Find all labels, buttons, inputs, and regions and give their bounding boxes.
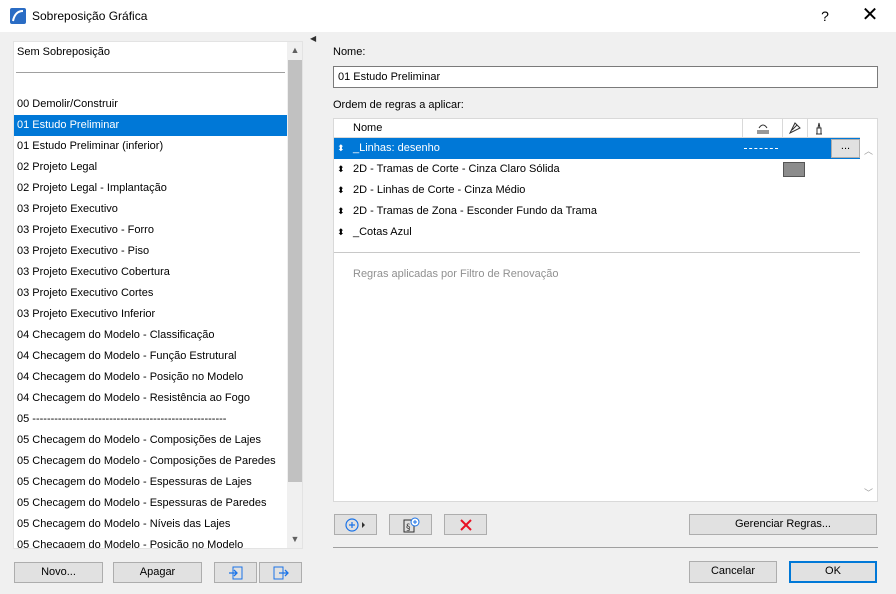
window-title: Sobreposição Gráfica	[32, 9, 148, 23]
list-item[interactable]: 05 Checagem do Modelo - Posição no Model…	[14, 535, 287, 548]
rule-name: _Linhas: desenho	[353, 142, 440, 154]
list-item[interactable]: 05 Checagem do Modelo - Espessuras de La…	[14, 472, 287, 493]
drag-handle-icon[interactable]: ⬍	[337, 180, 347, 201]
surface-column-header[interactable]	[807, 119, 831, 138]
rule-name: _Cotas Azul	[353, 226, 412, 238]
help-button[interactable]: ?	[806, 0, 844, 32]
drag-handle-icon[interactable]: ⬍	[337, 138, 347, 159]
list-item[interactable]: 03 Projeto Executivo	[14, 199, 287, 220]
list-item[interactable]: 05 -------------------------------------…	[14, 409, 287, 430]
cancel-button[interactable]: Cancelar	[689, 561, 777, 583]
rule-name: 2D - Tramas de Zona - Esconder Fundo da …	[353, 205, 597, 217]
list-item[interactable]: 00 Demolir/Construir	[14, 94, 287, 115]
import-icon	[228, 566, 242, 580]
name-label: Nome:	[333, 46, 366, 58]
list-item[interactable]: 03 Projeto Executivo - Forro	[14, 220, 287, 241]
delete-button[interactable]: Apagar	[113, 562, 202, 583]
export-icon	[273, 566, 289, 580]
scroll-up-icon[interactable]: ▲	[287, 42, 302, 59]
new-button[interactable]: Novo...	[14, 562, 103, 583]
list-item[interactable]: 04 Checagem do Modelo - Classificação	[14, 325, 287, 346]
import-button[interactable]	[214, 562, 257, 583]
rule-row[interactable]: ⬍ 2D - Tramas de Corte - Cinza Claro Sól…	[334, 159, 860, 180]
chevron-up-icon[interactable]: ︿	[860, 144, 877, 157]
list-item[interactable]: 01 Estudo Preliminar (inferior)	[14, 136, 287, 157]
rule-row[interactable]: ⬍ _Cotas Azul	[334, 222, 860, 243]
drag-handle-icon[interactable]: ⬍	[337, 222, 347, 243]
list-item[interactable]: 02 Projeto Legal - Implantação	[14, 178, 287, 199]
name-field[interactable]: 01 Estudo Preliminar	[333, 66, 878, 88]
more-button[interactable]: ...	[831, 139, 860, 158]
rule-name: 2D - Tramas de Corte - Cinza Claro Sólid…	[353, 163, 560, 175]
add-circle-icon	[344, 518, 365, 532]
list-item[interactable]: 04 Checagem do Modelo - Posição no Model…	[14, 367, 287, 388]
rules-table: Nome ⬍ _Linhas: desenho ... ⬍ 2D - Trama…	[333, 118, 878, 502]
list-item[interactable]: 03 Projeto Executivo Inferior	[14, 304, 287, 325]
list-item[interactable]: 05 Checagem do Modelo - Composições de P…	[14, 451, 287, 472]
list-item[interactable]: 03 Projeto Executivo Cobertura	[14, 262, 287, 283]
list-item[interactable]: 05 Checagem do Modelo - Espessuras de Pa…	[14, 493, 287, 514]
line-sample	[744, 148, 778, 149]
list-item[interactable]: 04 Checagem do Modelo - Resistência ao F…	[14, 388, 287, 409]
title-bar: Sobreposição Gráfica ? ✕	[0, 0, 896, 32]
list-item[interactable]: 03 Projeto Executivo Cortes	[14, 283, 287, 304]
ok-button[interactable]: OK	[789, 561, 877, 583]
renovation-rules-text: Regras aplicadas por Filtro de Renovação	[353, 268, 559, 280]
list-item-no-override[interactable]: Sem Sobreposição	[14, 42, 287, 63]
chevron-down-icon[interactable]: ﹀	[860, 486, 877, 499]
list-item[interactable]: 04 Checagem do Modelo - Função Estrutura…	[14, 346, 287, 367]
rule-name: 2D - Linhas de Corte - Cinza Médio	[353, 184, 526, 196]
list-item[interactable]: 05 Checagem do Modelo - Níveis das Lajes	[14, 514, 287, 535]
svg-text:§: §	[406, 523, 411, 533]
scroll-down-icon[interactable]: ▼	[287, 531, 302, 548]
archicad-icon	[10, 8, 26, 24]
add-from-library-icon: §	[403, 517, 419, 533]
close-button[interactable]: ✕	[850, 0, 890, 32]
rule-row[interactable]: ⬍ _Linhas: desenho ...	[334, 138, 860, 159]
list-scrollbar[interactable]: ▲ ▼	[287, 42, 302, 548]
remove-rule-button[interactable]	[444, 514, 487, 535]
rules-label: Ordem de regras a aplicar:	[333, 99, 464, 111]
add-rule-button[interactable]	[334, 514, 377, 535]
export-button[interactable]	[259, 562, 302, 583]
rule-row[interactable]: ⬍ 2D - Tramas de Zona - Esconder Fundo d…	[334, 201, 860, 222]
renovation-divider	[334, 252, 860, 253]
list-item[interactable]: 05 Checagem do Modelo - Composições de L…	[14, 430, 287, 451]
overrides-list[interactable]: Sem Sobreposição 00 Demolir/Construir 01 …	[13, 41, 303, 549]
rule-row[interactable]: ⬍ 2D - Linhas de Corte - Cinza Médio	[334, 180, 860, 201]
footer-divider	[333, 547, 878, 548]
surface-icon	[816, 122, 822, 135]
rules-header: Nome	[334, 119, 860, 138]
list-item[interactable]: 03 Projeto Executivo - Piso	[14, 241, 287, 262]
list-divider	[16, 72, 285, 73]
fill-column-header[interactable]	[782, 119, 807, 138]
line-type-icon	[757, 124, 769, 134]
line-column-header[interactable]	[742, 119, 782, 138]
fill-icon	[788, 122, 801, 135]
collapse-panel-icon[interactable]: ◀	[310, 34, 318, 44]
manage-rules-button[interactable]: Gerenciar Regras...	[689, 514, 877, 535]
drag-handle-icon[interactable]: ⬍	[337, 159, 347, 180]
scroll-thumb[interactable]	[288, 60, 302, 482]
list-item[interactable]: 02 Projeto Legal	[14, 157, 287, 178]
column-name-header[interactable]: Nome	[353, 122, 382, 134]
delete-x-icon	[459, 519, 472, 531]
list-item[interactable]: 01 Estudo Preliminar	[14, 115, 287, 136]
rules-scrollbar[interactable]: ︿ ﹀	[860, 138, 877, 501]
fill-swatch	[783, 162, 805, 177]
rule-library-button[interactable]: §	[389, 514, 432, 535]
drag-handle-icon[interactable]: ⬍	[337, 201, 347, 222]
